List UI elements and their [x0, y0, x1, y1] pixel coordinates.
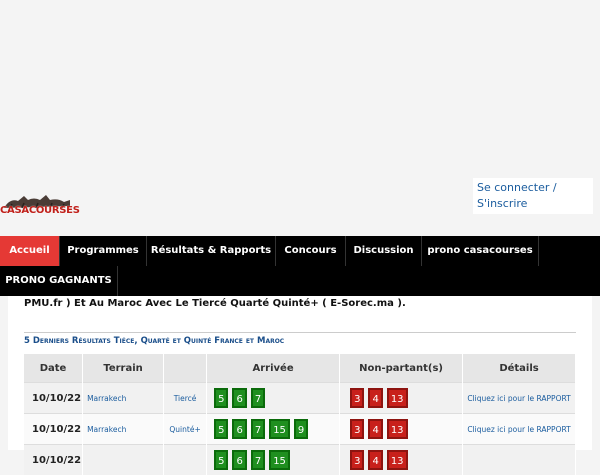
section-title: 5 Derniers Résultats Tiéce, Quarté et Qu… [24, 336, 284, 346]
nav-item-resultats[interactable]: Résultats & Rapports [147, 236, 276, 266]
arrivee-ball: 6 [232, 419, 246, 439]
register-link[interactable]: S'inscrire [477, 196, 589, 212]
col-header-terrain: Terrain [83, 354, 164, 383]
table-row: 10/10/22 Marrakech Tiercé 567 3413 Cliqu… [24, 383, 576, 414]
table-row: 10/10/22 Marrakech Quinté+ 567159 3413 C… [24, 414, 576, 445]
row-terrain[interactable]: Marrakech [83, 383, 164, 414]
arrivee-ball: 7 [251, 388, 265, 408]
non-partant-ball: 4 [368, 419, 382, 439]
non-partants-cell: 3413 [340, 383, 463, 414]
col-header-non-partants: Non-partant(s) [340, 354, 463, 383]
arrivee-ball: 6 [232, 388, 246, 408]
non-partant-ball: 3 [350, 450, 364, 470]
intro-text: PMU.fr ) Et Au Maroc Avec Le Tiercé Quar… [24, 298, 406, 309]
arrivee-ball: 15 [269, 450, 290, 470]
arrivee-ball: 15 [269, 419, 290, 439]
non-partant-ball: 4 [368, 450, 382, 470]
row-type[interactable] [164, 445, 207, 475]
arrivee-ball: 6 [232, 450, 246, 470]
col-header-date: Date [24, 354, 83, 383]
arrivee-cell: 56715 [207, 445, 340, 475]
non-partant-ball: 4 [368, 388, 382, 408]
arrivee-cell: 567159 [207, 414, 340, 445]
login-link[interactable]: Se connecter / [477, 180, 589, 196]
results-table: Date Terrain Arrivée Non-partant(s) Déta… [24, 354, 576, 475]
arrivee-ball: 7 [251, 419, 265, 439]
row-date: 10/10/22 [24, 414, 83, 445]
arrivee-ball: 5 [214, 450, 228, 470]
non-partant-ball: 3 [350, 388, 364, 408]
main-content: PMU.fr ) Et Au Maroc Avec Le Tiercé Quar… [8, 296, 592, 450]
rapport-link[interactable]: Cliquez ici pour le RAPPORT [463, 414, 576, 445]
table-row: 10/10/22 56715 3413 [24, 445, 576, 475]
col-header-arrivee: Arrivée [207, 354, 340, 383]
rapport-link[interactable]: Cliquez ici pour le RAPPORT [463, 383, 576, 414]
arrivee-ball: 5 [214, 419, 228, 439]
arrivee-ball: 7 [251, 450, 265, 470]
row-type[interactable]: Tiercé [164, 383, 207, 414]
nav-item-discussion[interactable]: Discussion [346, 236, 422, 266]
rapport-link[interactable] [463, 445, 576, 475]
non-partant-ball: 13 [387, 450, 408, 470]
nav-item-programmes[interactable]: Programmes [60, 236, 147, 266]
logo-text: CASACOURSES [0, 205, 74, 216]
row-date: 10/10/22 [24, 445, 83, 475]
arrivee-ball: 5 [214, 388, 228, 408]
non-partant-ball: 13 [387, 419, 408, 439]
arrivee-cell: 567 [207, 383, 340, 414]
nav-item-prono-gagnants[interactable]: PRONO GAGNANTS [0, 266, 118, 296]
col-header-type [164, 354, 207, 383]
main-nav: Accueil Programmes Résultats & Rapports … [0, 236, 600, 296]
non-partant-ball: 3 [350, 419, 364, 439]
row-type[interactable]: Quinté+ [164, 414, 207, 445]
col-header-details: Détails [463, 354, 576, 383]
row-terrain[interactable] [83, 445, 164, 475]
divider [24, 332, 576, 333]
nav-item-concours[interactable]: Concours [276, 236, 346, 266]
row-date: 10/10/22 [24, 383, 83, 414]
nav-item-accueil[interactable]: Accueil [0, 236, 60, 266]
nav-item-prono-casacourses[interactable]: prono casacourses [422, 236, 539, 266]
arrivee-ball: 9 [294, 419, 308, 439]
non-partants-cell: 3413 [340, 414, 463, 445]
row-terrain[interactable]: Marrakech [83, 414, 164, 445]
login-box: Se connecter / S'inscrire [473, 178, 593, 214]
non-partant-ball: 13 [387, 388, 408, 408]
non-partants-cell: 3413 [340, 445, 463, 475]
